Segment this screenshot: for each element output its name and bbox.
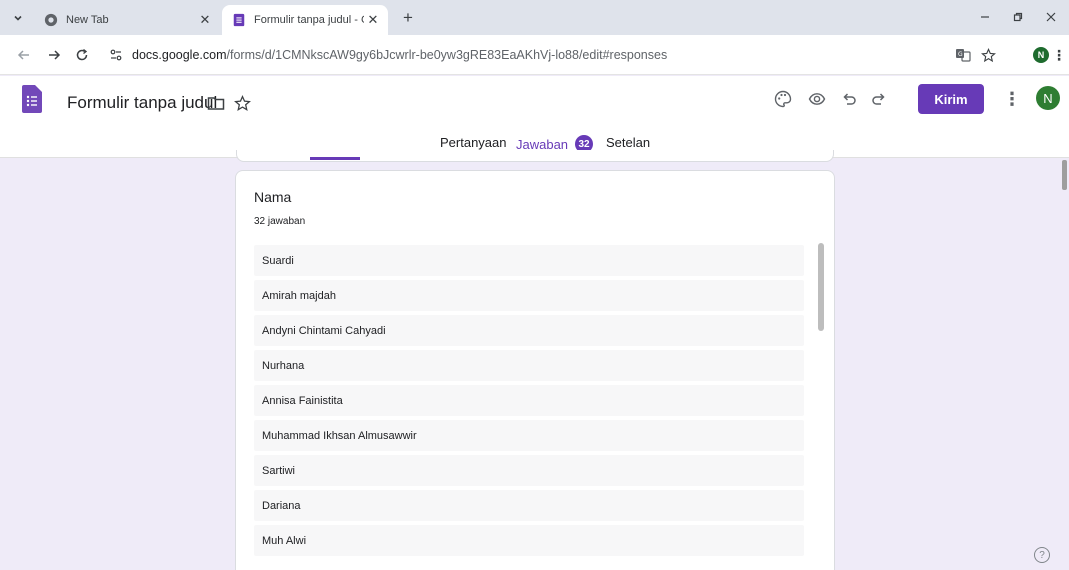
- undo-icon: [843, 93, 856, 105]
- minimize-icon: [981, 16, 989, 18]
- svg-text:G: G: [958, 51, 963, 58]
- list-item: Muh Alwi: [254, 525, 804, 556]
- previous-card-tab-indicator: [310, 157, 360, 160]
- page-scrollbar[interactable]: [1062, 160, 1067, 190]
- tab-title: New Tab: [66, 14, 109, 26]
- list-item: Muhammad Ikhsan Almusawwir: [254, 420, 804, 451]
- google-forms-logo-icon[interactable]: [22, 85, 42, 113]
- chevron-down-icon: [14, 15, 22, 21]
- response-list-scrollbar[interactable]: [818, 243, 824, 331]
- reload-icon: [76, 48, 88, 61]
- list-item: Annisa Fainistita: [254, 385, 804, 416]
- customize-theme-button[interactable]: [770, 86, 796, 112]
- arrow-right-icon: [49, 50, 61, 60]
- response-count: 32 jawaban: [254, 216, 306, 227]
- list-item: Sartiwi: [254, 455, 804, 486]
- translate-icon: G: [956, 49, 971, 62]
- previous-card: [236, 150, 834, 162]
- tab-settings[interactable]: Setelan: [606, 135, 650, 150]
- reload-button[interactable]: [72, 45, 92, 65]
- browser-menu-icon[interactable]: ⋮: [1052, 45, 1066, 65]
- close-window-button[interactable]: [1038, 6, 1064, 28]
- eye-icon: [808, 93, 826, 105]
- forms-header: Formulir tanpa judul Kirim ⋮ N Pertanyaa…: [0, 76, 1069, 158]
- question-title: Nama: [254, 189, 292, 205]
- arrow-left-icon: [17, 50, 29, 60]
- question-response-card: Nama 32 jawaban Suardi Amirah majdah And…: [235, 170, 835, 570]
- star-outline-icon: [233, 94, 251, 111]
- restore-button[interactable]: [1005, 6, 1031, 28]
- url-text: docs.google.com/forms/d/1CMNkscAW9gy6bJc…: [132, 48, 667, 62]
- translate-button[interactable]: G: [953, 45, 973, 65]
- browser-tab-new-tab[interactable]: New Tab ✕: [34, 5, 220, 35]
- restore-icon: [1013, 12, 1023, 22]
- back-button[interactable]: [14, 45, 34, 65]
- list-item: Suardi: [254, 245, 804, 276]
- browser-profile-avatar[interactable]: N: [1033, 47, 1049, 63]
- list-item: Amirah majdah: [254, 280, 804, 311]
- account-avatar[interactable]: N: [1036, 86, 1060, 110]
- move-to-folder-button[interactable]: [205, 92, 227, 114]
- folder-icon: [207, 97, 225, 110]
- preview-button[interactable]: [804, 86, 830, 112]
- more-options-icon[interactable]: ⋮: [1003, 86, 1021, 112]
- list-item: Dariana: [254, 490, 804, 521]
- list-item: Andyni Chintami Cahyadi: [254, 315, 804, 346]
- site-info-icon[interactable]: [106, 45, 126, 65]
- close-tab-icon[interactable]: ✕: [364, 11, 382, 29]
- response-list: Suardi Amirah majdah Andyni Chintami Cah…: [254, 245, 804, 560]
- minimize-button[interactable]: [972, 6, 998, 28]
- undo-button[interactable]: [836, 86, 862, 112]
- palette-icon: [774, 90, 792, 108]
- address-bar[interactable]: docs.google.com/forms/d/1CMNkscAW9gy6bJc…: [100, 41, 988, 69]
- close-icon: [1046, 12, 1056, 22]
- send-button[interactable]: Kirim: [918, 84, 984, 114]
- bookmark-button[interactable]: [978, 45, 998, 65]
- browser-tab-forms[interactable]: Formulir tanpa judul - Google F ✕: [222, 5, 388, 35]
- tab-questions[interactable]: Pertanyaan: [440, 135, 507, 150]
- close-tab-icon[interactable]: ✕: [196, 11, 214, 29]
- browser-toolbar: docs.google.com/forms/d/1CMNkscAW9gy6bJc…: [0, 35, 1069, 75]
- star-button[interactable]: [231, 92, 253, 114]
- list-item: Nurhana: [254, 350, 804, 381]
- star-outline-icon: [980, 47, 996, 62]
- forward-button[interactable]: [44, 45, 64, 65]
- help-icon[interactable]: ?: [1034, 547, 1050, 563]
- redo-button[interactable]: [866, 86, 892, 112]
- url-path: /forms/d/1CMNkscAW9gy6bJcwrlr-be0yw3gRE8…: [226, 48, 668, 62]
- chrome-icon: [44, 13, 58, 27]
- tab-title: Formulir tanpa judul - Google F: [254, 14, 364, 26]
- redo-icon: [872, 93, 885, 105]
- url-host: docs.google.com: [132, 48, 227, 62]
- tab-search-button[interactable]: [8, 8, 28, 28]
- google-forms-favicon-icon: [233, 13, 245, 27]
- new-tab-button[interactable]: +: [398, 8, 418, 28]
- browser-tab-strip: New Tab ✕ Formulir tanpa judul - Google …: [0, 0, 1069, 35]
- form-title[interactable]: Formulir tanpa judul: [67, 93, 217, 113]
